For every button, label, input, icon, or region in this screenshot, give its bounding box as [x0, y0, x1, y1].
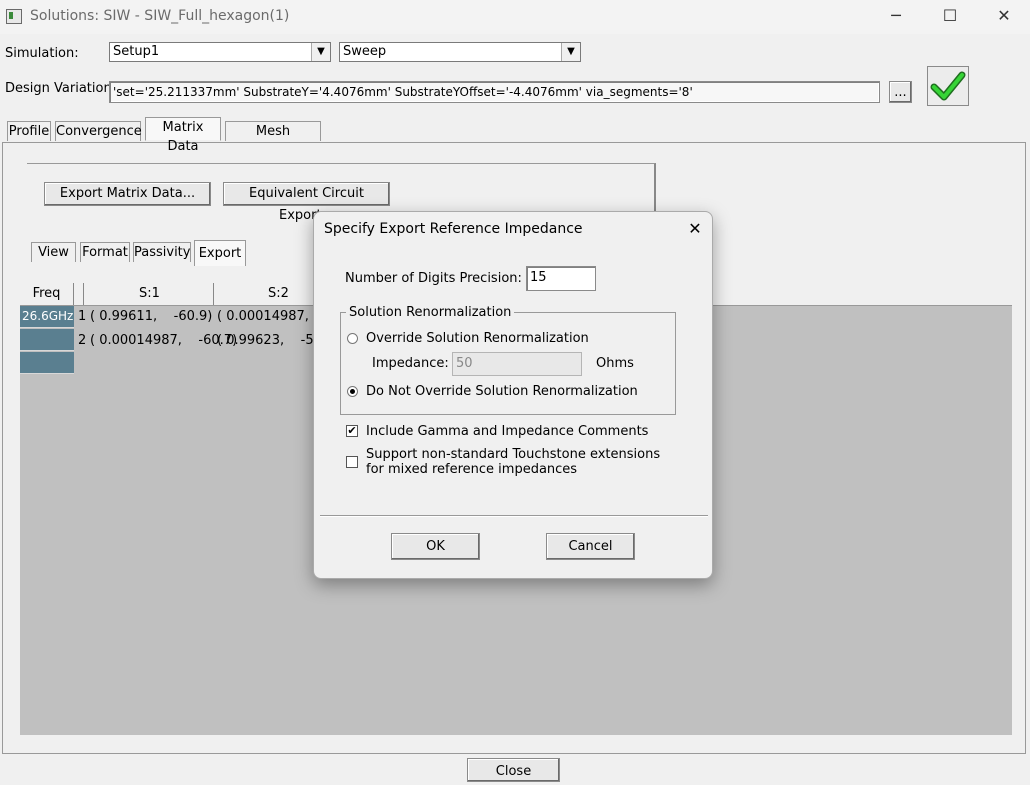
chevron-down-icon[interactable]: ▼ — [311, 43, 330, 61]
tab-convergence[interactable]: Convergence — [55, 121, 142, 141]
no-override-radio[interactable] — [347, 386, 358, 397]
design-variation-field[interactable]: 'set='25.211337mm' SubstrateY='4.4076mm'… — [109, 81, 880, 103]
dialog-close-icon[interactable]: ✕ — [683, 218, 707, 240]
dialog-title: Specify Export Reference Impedance — [324, 221, 583, 237]
freq-cell[interactable]: 26.6GHz — [20, 306, 74, 328]
no-override-label[interactable]: Do Not Override Solution Renormalization — [366, 384, 638, 399]
ok-button[interactable]: OK — [391, 533, 480, 560]
tab-mesh-statistics[interactable]: Mesh Statistics — [225, 121, 321, 158]
row-index: 1 — [78, 309, 87, 324]
touchstone-checkbox[interactable] — [346, 456, 358, 468]
validation-status[interactable] — [927, 66, 969, 106]
setup-select-value: Setup1 — [113, 44, 160, 59]
app-icon — [6, 9, 22, 24]
dialog-divider — [320, 515, 708, 517]
subtab-export[interactable]: Export — [194, 240, 246, 266]
precision-input[interactable]: 15 — [526, 266, 596, 291]
window-title: Solutions: SIW - SIW_Full_hexagon(1) — [30, 8, 290, 24]
freq-cell-empty[interactable] — [20, 352, 74, 374]
subtab-format[interactable]: Format — [80, 242, 130, 262]
row-index: 2 — [78, 333, 87, 348]
impedance-label: Impedance: — [372, 356, 449, 371]
cancel-button[interactable]: Cancel — [546, 533, 635, 560]
table-cell[interactable]: ( 0.99611, -60.9) — [90, 309, 212, 324]
override-radio[interactable] — [347, 333, 358, 344]
sweep-select[interactable]: Sweep ▼ — [339, 42, 581, 62]
gamma-label[interactable]: Include Gamma and Impedance Comments — [366, 424, 648, 439]
ohms-label: Ohms — [596, 356, 634, 371]
tab-profile[interactable]: Profile — [7, 121, 51, 141]
gamma-checkbox[interactable]: ✔ — [346, 425, 358, 437]
column-header-freq[interactable]: Freq — [20, 283, 74, 305]
setup-select[interactable]: Setup1 ▼ — [109, 42, 331, 62]
maximize-button[interactable]: ☐ — [930, 4, 970, 28]
precision-label: Number of Digits Precision: — [345, 271, 522, 286]
design-variation-label: Design Variation: — [5, 81, 117, 96]
minimize-button[interactable]: ─ — [876, 4, 916, 28]
close-button[interactable]: Close — [467, 758, 560, 782]
chevron-down-icon[interactable]: ▼ — [561, 43, 580, 61]
checkmark-icon — [930, 71, 966, 101]
export-matrix-data-button[interactable]: Export Matrix Data... — [44, 182, 211, 206]
renormalization-group-title: Solution Renormalization — [346, 305, 515, 320]
subtab-view[interactable]: View — [31, 242, 76, 262]
column-header-s1[interactable]: S:1 — [86, 283, 214, 305]
freq-cell-empty[interactable] — [20, 329, 74, 351]
close-window-button[interactable]: ✕ — [984, 4, 1024, 28]
touchstone-label-line2: for mixed reference impedances — [366, 462, 578, 477]
override-label[interactable]: Override Solution Renormalization — [366, 331, 589, 346]
equivalent-circuit-export-button[interactable]: Equivalent Circuit Export... — [223, 182, 390, 223]
touchstone-label-line1: Support non-standard Touchstone extensio… — [366, 447, 661, 462]
table-cell[interactable]: ( 0.00014987, -60.7) — [90, 333, 237, 348]
tab-matrix-data[interactable]: Matrix Data — [145, 117, 221, 154]
touchstone-label[interactable]: Support non-standard Touchstone extensio… — [366, 447, 660, 477]
subtab-passivity[interactable]: Passivity — [133, 242, 191, 262]
column-header-index — [74, 283, 84, 305]
sweep-select-value: Sweep — [343, 44, 387, 59]
browse-button[interactable]: ... — [889, 81, 912, 103]
simulation-label: Simulation: — [5, 46, 79, 61]
impedance-input[interactable]: 50 — [452, 352, 582, 376]
